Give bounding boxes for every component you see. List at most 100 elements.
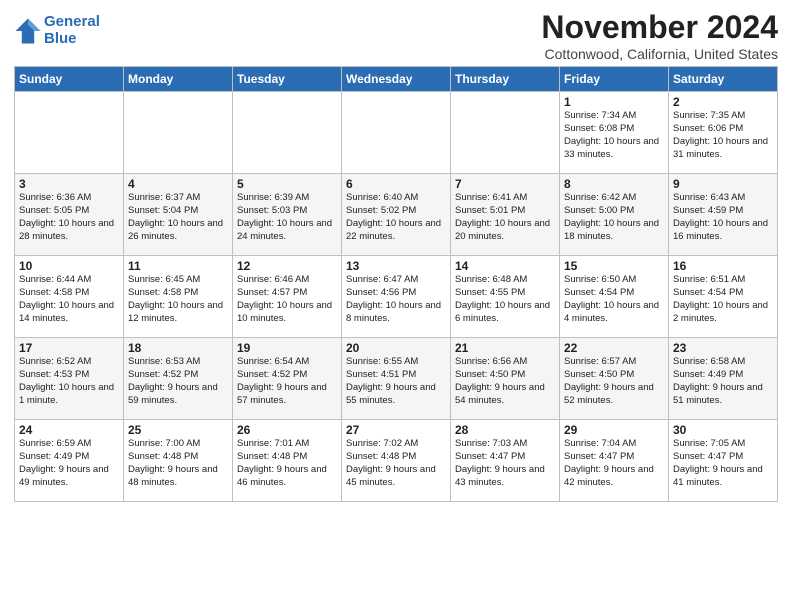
day-num-23: 23 <box>673 341 773 355</box>
day-num-22: 22 <box>564 341 664 355</box>
day-num-6: 6 <box>346 177 446 191</box>
day-info-29: Sunrise: 7:04 AM Sunset: 4:47 PM Dayligh… <box>564 438 664 489</box>
cell-2-0: 10Sunrise: 6:44 AM Sunset: 4:58 PM Dayli… <box>15 256 124 338</box>
cell-1-4: 7Sunrise: 6:41 AM Sunset: 5:01 PM Daylig… <box>451 174 560 256</box>
day-info-11: Sunrise: 6:45 AM Sunset: 4:58 PM Dayligh… <box>128 274 228 325</box>
cell-1-1: 4Sunrise: 6:37 AM Sunset: 5:04 PM Daylig… <box>124 174 233 256</box>
title-block: November 2024 Cottonwood, California, Un… <box>541 10 778 62</box>
cell-3-2: 19Sunrise: 6:54 AM Sunset: 4:52 PM Dayli… <box>233 338 342 420</box>
day-num-5: 5 <box>237 177 337 191</box>
day-num-18: 18 <box>128 341 228 355</box>
day-num-7: 7 <box>455 177 555 191</box>
day-info-9: Sunrise: 6:43 AM Sunset: 4:59 PM Dayligh… <box>673 192 773 243</box>
page-container: General Blue November 2024 Cottonwood, C… <box>0 0 792 508</box>
day-num-12: 12 <box>237 259 337 273</box>
week-row-1: 3Sunrise: 6:36 AM Sunset: 5:05 PM Daylig… <box>15 174 778 256</box>
day-info-2: Sunrise: 7:35 AM Sunset: 6:06 PM Dayligh… <box>673 110 773 161</box>
week-row-3: 17Sunrise: 6:52 AM Sunset: 4:53 PM Dayli… <box>15 338 778 420</box>
cell-4-2: 26Sunrise: 7:01 AM Sunset: 4:48 PM Dayli… <box>233 420 342 502</box>
cell-3-0: 17Sunrise: 6:52 AM Sunset: 4:53 PM Dayli… <box>15 338 124 420</box>
logo-icon <box>14 17 42 45</box>
day-num-14: 14 <box>455 259 555 273</box>
week-row-2: 10Sunrise: 6:44 AM Sunset: 4:58 PM Dayli… <box>15 256 778 338</box>
day-info-18: Sunrise: 6:53 AM Sunset: 4:52 PM Dayligh… <box>128 356 228 407</box>
day-num-16: 16 <box>673 259 773 273</box>
day-info-5: Sunrise: 6:39 AM Sunset: 5:03 PM Dayligh… <box>237 192 337 243</box>
day-num-1: 1 <box>564 95 664 109</box>
day-num-28: 28 <box>455 423 555 437</box>
header: General Blue November 2024 Cottonwood, C… <box>14 10 778 62</box>
day-info-6: Sunrise: 6:40 AM Sunset: 5:02 PM Dayligh… <box>346 192 446 243</box>
cell-0-2 <box>233 92 342 174</box>
cell-1-0: 3Sunrise: 6:36 AM Sunset: 5:05 PM Daylig… <box>15 174 124 256</box>
calendar-table: Sunday Monday Tuesday Wednesday Thursday… <box>14 66 778 502</box>
cell-3-1: 18Sunrise: 6:53 AM Sunset: 4:52 PM Dayli… <box>124 338 233 420</box>
cell-3-6: 23Sunrise: 6:58 AM Sunset: 4:49 PM Dayli… <box>669 338 778 420</box>
week-row-0: 1Sunrise: 7:34 AM Sunset: 6:08 PM Daylig… <box>15 92 778 174</box>
cell-4-1: 25Sunrise: 7:00 AM Sunset: 4:48 PM Dayli… <box>124 420 233 502</box>
day-num-11: 11 <box>128 259 228 273</box>
day-info-21: Sunrise: 6:56 AM Sunset: 4:50 PM Dayligh… <box>455 356 555 407</box>
cell-4-0: 24Sunrise: 6:59 AM Sunset: 4:49 PM Dayli… <box>15 420 124 502</box>
header-row: Sunday Monday Tuesday Wednesday Thursday… <box>15 67 778 92</box>
cell-0-4 <box>451 92 560 174</box>
cell-1-2: 5Sunrise: 6:39 AM Sunset: 5:03 PM Daylig… <box>233 174 342 256</box>
day-info-10: Sunrise: 6:44 AM Sunset: 4:58 PM Dayligh… <box>19 274 119 325</box>
day-num-4: 4 <box>128 177 228 191</box>
day-info-20: Sunrise: 6:55 AM Sunset: 4:51 PM Dayligh… <box>346 356 446 407</box>
day-num-3: 3 <box>19 177 119 191</box>
cell-4-4: 28Sunrise: 7:03 AM Sunset: 4:47 PM Dayli… <box>451 420 560 502</box>
cell-2-6: 16Sunrise: 6:51 AM Sunset: 4:54 PM Dayli… <box>669 256 778 338</box>
cell-3-3: 20Sunrise: 6:55 AM Sunset: 4:51 PM Dayli… <box>342 338 451 420</box>
day-info-26: Sunrise: 7:01 AM Sunset: 4:48 PM Dayligh… <box>237 438 337 489</box>
day-num-26: 26 <box>237 423 337 437</box>
day-info-25: Sunrise: 7:00 AM Sunset: 4:48 PM Dayligh… <box>128 438 228 489</box>
cell-0-3 <box>342 92 451 174</box>
day-num-25: 25 <box>128 423 228 437</box>
day-info-23: Sunrise: 6:58 AM Sunset: 4:49 PM Dayligh… <box>673 356 773 407</box>
cell-2-2: 12Sunrise: 6:46 AM Sunset: 4:57 PM Dayli… <box>233 256 342 338</box>
day-info-13: Sunrise: 6:47 AM Sunset: 4:56 PM Dayligh… <box>346 274 446 325</box>
day-info-3: Sunrise: 6:36 AM Sunset: 5:05 PM Dayligh… <box>19 192 119 243</box>
day-num-2: 2 <box>673 95 773 109</box>
cell-3-5: 22Sunrise: 6:57 AM Sunset: 4:50 PM Dayli… <box>560 338 669 420</box>
day-info-4: Sunrise: 6:37 AM Sunset: 5:04 PM Dayligh… <box>128 192 228 243</box>
month-title: November 2024 <box>541 10 778 45</box>
cell-2-4: 14Sunrise: 6:48 AM Sunset: 4:55 PM Dayli… <box>451 256 560 338</box>
cell-0-0 <box>15 92 124 174</box>
day-info-28: Sunrise: 7:03 AM Sunset: 4:47 PM Dayligh… <box>455 438 555 489</box>
day-info-24: Sunrise: 6:59 AM Sunset: 4:49 PM Dayligh… <box>19 438 119 489</box>
cell-2-3: 13Sunrise: 6:47 AM Sunset: 4:56 PM Dayli… <box>342 256 451 338</box>
day-num-19: 19 <box>237 341 337 355</box>
day-num-27: 27 <box>346 423 446 437</box>
day-info-16: Sunrise: 6:51 AM Sunset: 4:54 PM Dayligh… <box>673 274 773 325</box>
cell-2-1: 11Sunrise: 6:45 AM Sunset: 4:58 PM Dayli… <box>124 256 233 338</box>
cell-0-6: 2Sunrise: 7:35 AM Sunset: 6:06 PM Daylig… <box>669 92 778 174</box>
cell-1-5: 8Sunrise: 6:42 AM Sunset: 5:00 PM Daylig… <box>560 174 669 256</box>
col-sunday: Sunday <box>15 67 124 92</box>
day-num-29: 29 <box>564 423 664 437</box>
day-info-22: Sunrise: 6:57 AM Sunset: 4:50 PM Dayligh… <box>564 356 664 407</box>
col-tuesday: Tuesday <box>233 67 342 92</box>
day-num-17: 17 <box>19 341 119 355</box>
cell-4-6: 30Sunrise: 7:05 AM Sunset: 4:47 PM Dayli… <box>669 420 778 502</box>
cell-2-5: 15Sunrise: 6:50 AM Sunset: 4:54 PM Dayli… <box>560 256 669 338</box>
day-info-30: Sunrise: 7:05 AM Sunset: 4:47 PM Dayligh… <box>673 438 773 489</box>
col-saturday: Saturday <box>669 67 778 92</box>
day-info-1: Sunrise: 7:34 AM Sunset: 6:08 PM Dayligh… <box>564 110 664 161</box>
logo-text: General Blue <box>44 14 100 47</box>
day-info-15: Sunrise: 6:50 AM Sunset: 4:54 PM Dayligh… <box>564 274 664 325</box>
cell-0-5: 1Sunrise: 7:34 AM Sunset: 6:08 PM Daylig… <box>560 92 669 174</box>
col-wednesday: Wednesday <box>342 67 451 92</box>
cell-1-3: 6Sunrise: 6:40 AM Sunset: 5:02 PM Daylig… <box>342 174 451 256</box>
logo: General Blue <box>14 14 100 47</box>
cell-3-4: 21Sunrise: 6:56 AM Sunset: 4:50 PM Dayli… <box>451 338 560 420</box>
day-info-14: Sunrise: 6:48 AM Sunset: 4:55 PM Dayligh… <box>455 274 555 325</box>
col-thursday: Thursday <box>451 67 560 92</box>
day-num-20: 20 <box>346 341 446 355</box>
day-info-8: Sunrise: 6:42 AM Sunset: 5:00 PM Dayligh… <box>564 192 664 243</box>
location: Cottonwood, California, United States <box>541 46 778 62</box>
day-info-19: Sunrise: 6:54 AM Sunset: 4:52 PM Dayligh… <box>237 356 337 407</box>
day-info-17: Sunrise: 6:52 AM Sunset: 4:53 PM Dayligh… <box>19 356 119 407</box>
day-num-24: 24 <box>19 423 119 437</box>
